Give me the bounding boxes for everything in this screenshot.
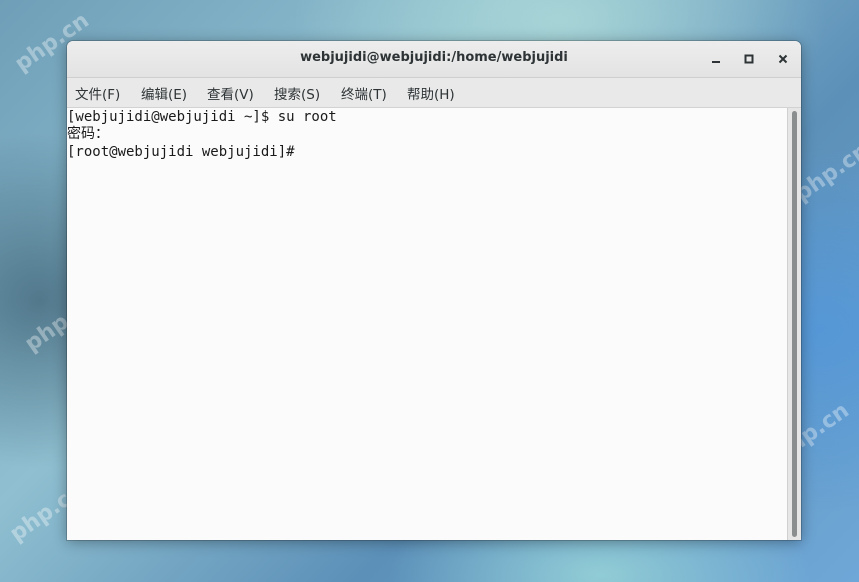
maximize-button[interactable] — [738, 48, 760, 70]
terminal-line: [webjujidi@webjujidi ~]$ su root — [67, 109, 337, 125]
close-button[interactable] — [772, 48, 794, 70]
close-icon — [778, 54, 788, 64]
menu-edit[interactable]: 编辑(E) — [141, 83, 187, 103]
menu-terminal[interactable]: 终端(T) — [341, 83, 387, 103]
terminal-line: [root@webjujidi webjujidi]# — [67, 144, 304, 160]
scrollbar-thumb[interactable] — [792, 111, 797, 537]
menu-view[interactable]: 查看(V) — [207, 83, 254, 103]
title-bar[interactable]: webjujidi@webjujidi:/home/webjujidi — [67, 41, 801, 78]
menu-help[interactable]: 帮助(H) — [407, 83, 455, 103]
maximize-icon — [744, 54, 754, 64]
minimize-button[interactable] — [705, 48, 727, 70]
terminal-line: 密码： — [67, 126, 109, 142]
minimize-icon — [711, 54, 721, 64]
scrollbar[interactable] — [787, 108, 801, 540]
menu-search[interactable]: 搜索(S) — [274, 83, 320, 103]
menu-file[interactable]: 文件(F) — [75, 83, 120, 103]
terminal-output[interactable]: [webjujidi@webjujidi ~]$ su root 密码： [ro… — [67, 108, 788, 540]
terminal-window: webjujidi@webjujidi:/home/webjujidi 文件(F… — [67, 41, 801, 540]
window-title: webjujidi@webjujidi:/home/webjujidi — [300, 50, 568, 65]
menu-bar: 文件(F) 编辑(E) 查看(V) 搜索(S) 终端(T) 帮助(H) — [67, 78, 801, 108]
